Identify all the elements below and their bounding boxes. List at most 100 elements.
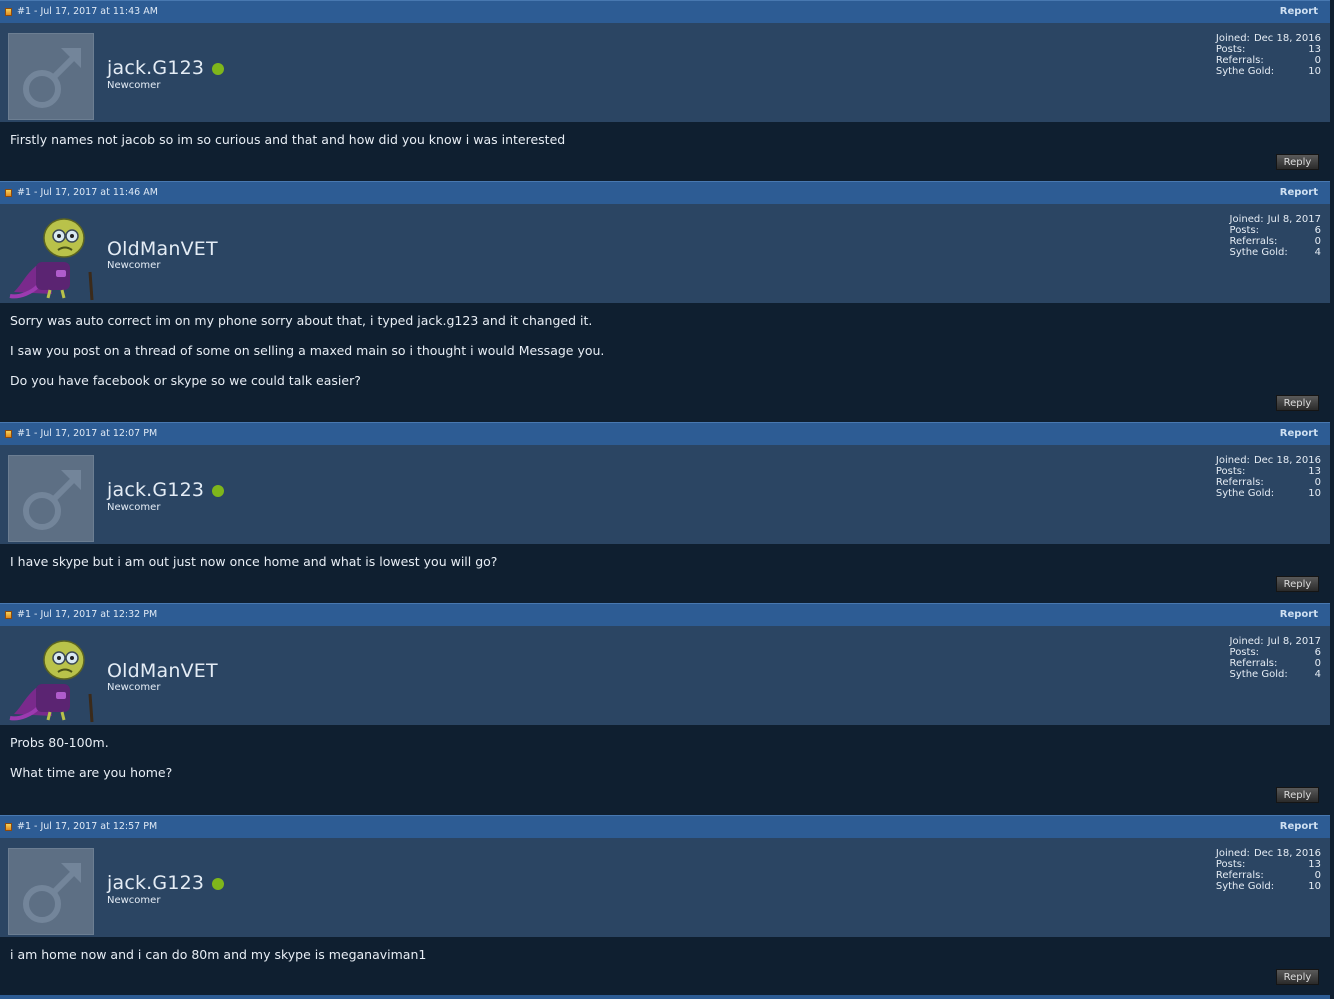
user-stats: Joined: Dec 18, 2016 Posts: 13 Referrals: 0 Sy… (1216, 848, 1321, 892)
user-stat-value: 13 (1308, 466, 1321, 477)
user-stat-label: Posts: (1215, 859, 1246, 870)
user-stat-row: Referrals: 0 (1216, 477, 1321, 488)
user-stat-row: Posts: 13 (1216, 466, 1321, 477)
user-stat-row: Posts: 6 (1230, 225, 1321, 236)
user-stat-label: Sythe Gold: (1215, 488, 1275, 499)
user-stat-label: Referrals: (1215, 870, 1264, 881)
reply-button[interactable]: Reply (1276, 395, 1319, 411)
user-stat-row: Posts: 13 (1216, 859, 1321, 870)
post-status-icon (5, 430, 12, 438)
avatar[interactable] (8, 214, 94, 301)
report-link[interactable]: Report (1280, 821, 1318, 832)
user-stat-value: 0 (1314, 658, 1321, 669)
male-symbol-icon (23, 48, 81, 108)
user-stat-row: Joined: Dec 18, 2016 (1216, 455, 1321, 466)
user-stat-value: 10 (1308, 488, 1321, 499)
user-rank-title: Newcomer (107, 80, 161, 91)
username[interactable]: jack.G123 (107, 479, 204, 501)
user-stat-label: Sythe Gold: (1229, 247, 1288, 258)
post-meta: #1 - Jul 17, 2017 at 12:07 PM (17, 428, 158, 439)
message-text: Sorry was auto correct im on my phone so… (10, 313, 593, 328)
post-body: Firstly names not jacob so im so curious… (0, 122, 1330, 182)
user-stat-row: Sythe Gold: 10 (1216, 488, 1321, 499)
username[interactable]: jack.G123 (107, 872, 204, 894)
reply-button[interactable]: Reply (1276, 969, 1319, 985)
post-header-bar: #1 - Jul 17, 2017 at 12:32 PM Report (0, 603, 1330, 626)
reply-button[interactable]: Reply (1276, 154, 1319, 170)
user-stat-value: 0 (1314, 236, 1321, 247)
user-info-bar: jack.G123 Newcomer Joined: Dec 18, 2016 Post… (0, 23, 1330, 122)
user-stat-label: Posts: (1229, 647, 1260, 658)
post-body: Sorry was auto correct im on my phone so… (0, 303, 1330, 423)
user-stat-label: Sythe Gold: (1215, 881, 1275, 892)
online-status-icon (212, 485, 224, 497)
user-stat-value: 0 (1314, 870, 1321, 881)
message-text: I saw you post on a thread of some on se… (10, 343, 605, 358)
avatar[interactable] (8, 33, 94, 120)
user-stat-label: Joined: (1229, 636, 1264, 647)
male-symbol-icon (23, 470, 81, 530)
user-stat-value: 10 (1308, 881, 1321, 892)
user-stats: Joined: Jul 8, 2017 Posts: 6 Referrals: 0 Syth… (1230, 214, 1321, 258)
avatar[interactable] (8, 455, 94, 542)
avatar[interactable] (8, 636, 94, 723)
user-rank-title: Newcomer (107, 260, 161, 271)
report-link[interactable]: Report (1280, 6, 1318, 17)
user-stat-row: Posts: 13 (1216, 44, 1321, 55)
report-link[interactable]: Report (1280, 609, 1318, 620)
username[interactable]: OldManVET (107, 238, 218, 260)
username[interactable]: OldManVET (107, 660, 218, 682)
user-stat-row: Sythe Gold: 10 (1216, 881, 1321, 892)
user-stat-label: Posts: (1229, 225, 1260, 236)
message-text: Probs 80-100m. (10, 735, 109, 750)
user-stat-row: Sythe Gold: 10 (1216, 66, 1321, 77)
reply-button[interactable]: Reply (1276, 576, 1319, 592)
post-body: I have skype but i am out just now once … (0, 544, 1330, 604)
user-info-bar: OldManVET Newcomer Joined: Jul 8, 2017 Posts… (0, 204, 1330, 303)
post-header-bar: #1 - Jul 17, 2017 at 12:57 PM Report (0, 815, 1330, 838)
post-status-icon (5, 611, 12, 619)
message-text: What time are you home? (10, 765, 173, 780)
online-status-icon (212, 878, 224, 890)
reply-button[interactable]: Reply (1276, 787, 1319, 803)
user-stat-row: Joined: Dec 18, 2016 (1216, 33, 1321, 44)
post-body: Probs 80-100m. What time are you home? Rep… (0, 725, 1330, 815)
user-stat-label: Joined: (1215, 848, 1250, 859)
user-stat-row: Sythe Gold: 4 (1230, 669, 1321, 680)
user-stat-value: Dec 18, 2016 (1253, 455, 1321, 466)
male-symbol-icon (23, 863, 81, 923)
user-stat-value: Dec 18, 2016 (1253, 848, 1321, 859)
message-text: i am home now and i can do 80m and my sk… (10, 947, 427, 962)
user-rank-title: Newcomer (107, 502, 161, 513)
user-stat-value: 13 (1308, 859, 1321, 870)
post-status-icon (5, 189, 12, 197)
user-stat-value: Jul 8, 2017 (1267, 636, 1321, 647)
user-rank-title: Newcomer (107, 682, 161, 693)
message-text: I have skype but i am out just now once … (10, 554, 498, 569)
user-stat-label: Referrals: (1215, 55, 1264, 66)
user-stat-value: 6 (1314, 225, 1321, 236)
avatar[interactable] (8, 848, 94, 935)
post-status-icon (5, 823, 12, 831)
report-link[interactable]: Report (1280, 187, 1318, 198)
user-stat-label: Referrals: (1229, 658, 1278, 669)
user-stat-label: Joined: (1215, 33, 1250, 44)
old-man-character-icon (9, 218, 94, 301)
forum-post: #1 - Jul 17, 2017 at 11:46 AM Report OldM… (0, 181, 1330, 423)
user-stat-value: 4 (1314, 247, 1321, 258)
forum-post: #1 - Jul 17, 2017 at 11:43 AM Report jack… (0, 0, 1330, 182)
report-link[interactable]: Report (1280, 428, 1318, 439)
user-info-bar: OldManVET Newcomer Joined: Jul 8, 2017 Posts… (0, 626, 1330, 725)
forum-post: #1 - Jul 17, 2017 at 12:57 PM Report jack… (0, 815, 1330, 997)
username[interactable]: jack.G123 (107, 57, 204, 79)
post-header-bar: #1 - Jul 17, 2017 at 11:46 AM Report (0, 181, 1330, 204)
user-stat-label: Posts: (1215, 466, 1246, 477)
user-stat-row: Joined: Jul 8, 2017 (1230, 636, 1321, 647)
user-stat-row: Referrals: 0 (1216, 870, 1321, 881)
post-meta: #1 - Jul 17, 2017 at 11:46 AM (17, 187, 158, 198)
post-meta: #1 - Jul 17, 2017 at 12:32 PM (17, 609, 158, 620)
user-stat-value: Jul 8, 2017 (1267, 214, 1321, 225)
post-header-bar: #1 - Jul 17, 2017 at 12:07 PM Report (0, 422, 1330, 445)
user-stat-label: Referrals: (1215, 477, 1264, 488)
user-stats: Joined: Dec 18, 2016 Posts: 13 Referrals: 0 Sy… (1216, 455, 1321, 499)
